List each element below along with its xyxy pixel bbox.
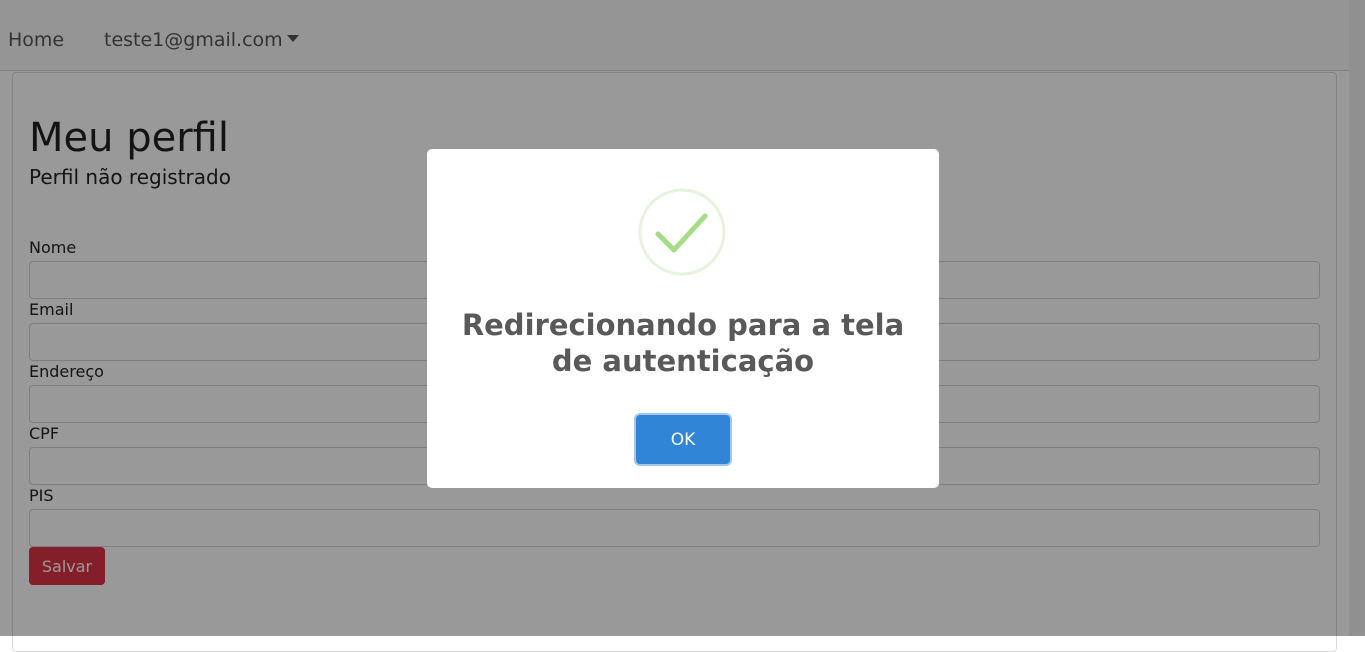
success-check-icon (638, 188, 726, 276)
modal-title: Redirecionando para a tela de autenticaç… (461, 308, 905, 378)
ok-button[interactable]: OK (636, 415, 730, 464)
alert-modal: Redirecionando para a tela de autenticaç… (427, 149, 939, 488)
modal-backdrop[interactable]: Redirecionando para a tela de autenticaç… (0, 0, 1365, 636)
